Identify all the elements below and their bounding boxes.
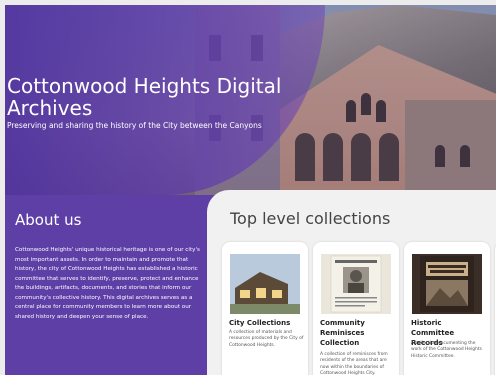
hero-banner: Cottonwood Heights Digital Archives Pres…: [5, 5, 496, 195]
card-description: A collection documenting the work of the…: [411, 341, 482, 359]
card-title[interactable]: City Collections: [229, 318, 305, 330]
card-title[interactable]: Community Reminisces Collection: [320, 318, 396, 348]
newspaper-portrait-thumbnail-icon: [321, 254, 391, 314]
collection-card-historic-committee[interactable]: Historic Committee Records A collection …: [404, 242, 490, 375]
collection-card-reminisces[interactable]: Community Reminisces Collection A collec…: [313, 242, 399, 375]
card-description: A collection of materials and resources …: [229, 330, 304, 348]
page-frame: Cottonwood Heights Digital Archives Pres…: [5, 5, 496, 375]
collections-heading: Top level collections: [230, 209, 391, 228]
about-heading: About us: [15, 211, 82, 229]
about-section: About us Cottonwood Heights' unique hist…: [5, 195, 210, 375]
canyons-book-cover-thumbnail-icon: [412, 254, 482, 314]
site-subtitle: Preserving and sharing the history of th…: [7, 121, 262, 130]
house-photo-thumbnail-icon: [230, 254, 300, 314]
card-description: A collection of reminisces from resident…: [320, 352, 388, 375]
collections-section: Top level collections City Collections A…: [207, 190, 496, 375]
site-title: Cottonwood Heights Digital Archives: [7, 74, 282, 120]
collection-card-city[interactable]: City Collections A collection of materia…: [222, 242, 308, 375]
about-body: Cottonwood Heights' unique historical he…: [15, 247, 200, 320]
